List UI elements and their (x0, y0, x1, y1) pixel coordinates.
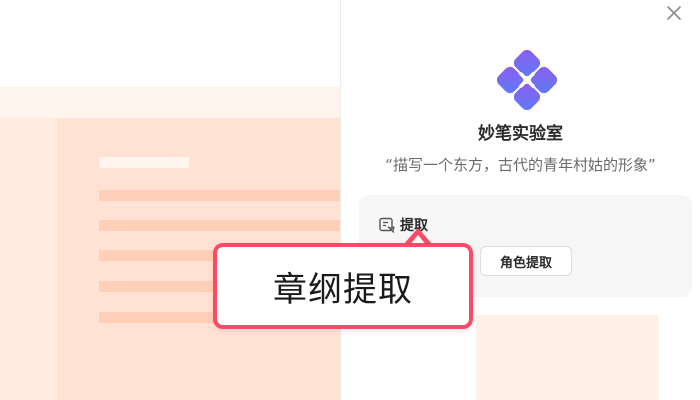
app-title: 妙笔实验室 (478, 124, 563, 144)
side-panel: 妙笔实验室 “描写一个东方，古代的青年村姑的形象” 提取 角色提取 (341, 0, 700, 400)
document-text-line (99, 220, 340, 231)
result-placeholder (476, 315, 659, 400)
document-preview (0, 0, 340, 400)
extract-icon (379, 217, 395, 233)
app-window: 妙笔实验室 “描写一个东方，古代的青年村姑的形象” 提取 角色提取 章纲提取 (0, 0, 700, 400)
document-text-line (99, 190, 340, 201)
role-extract-button[interactable]: 角色提取 (480, 246, 572, 276)
close-icon (667, 6, 681, 20)
prompt-text: “描写一个东方，古代的青年村姑的形象” (385, 156, 656, 174)
document-header-band (0, 86, 340, 118)
document-title-placeholder (99, 157, 189, 168)
close-button[interactable] (664, 3, 684, 23)
clover-logo-icon (497, 50, 557, 110)
chapter-outline-extract-callout[interactable]: 章纲提取 (213, 243, 473, 329)
